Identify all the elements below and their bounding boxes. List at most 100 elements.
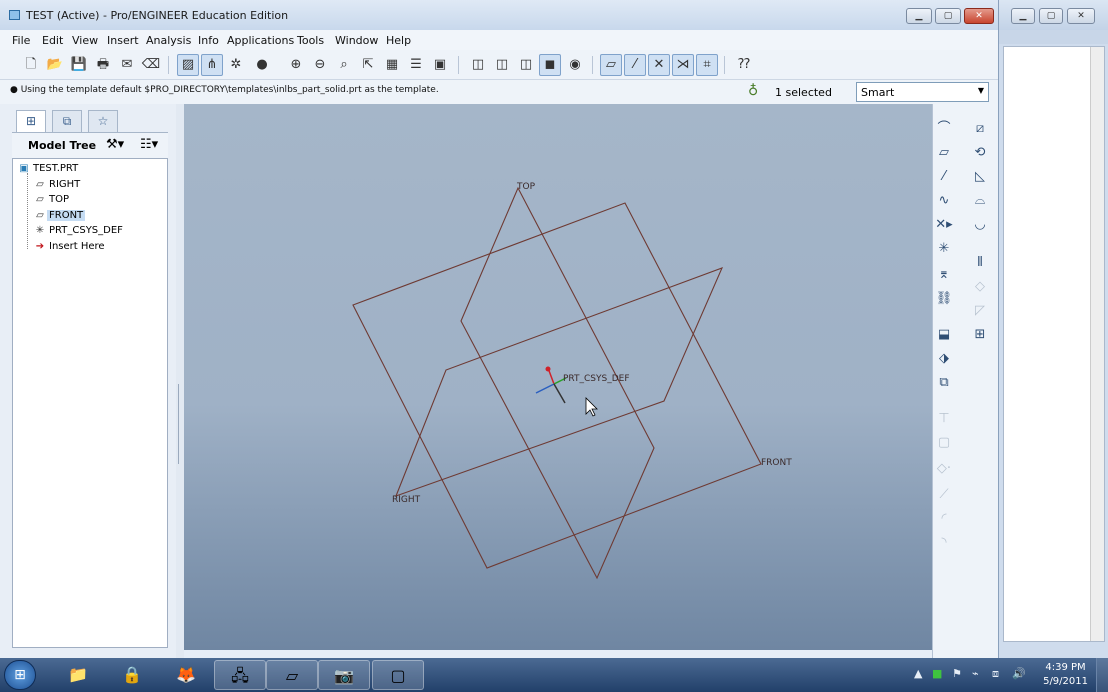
appearance-icon[interactable]: ● [251, 54, 273, 76]
repaint-icon[interactable]: ▨ [177, 54, 199, 76]
selection-filter-select[interactable]: Smart ▼ [856, 82, 989, 102]
maximize-button[interactable]: ▢ [935, 8, 961, 24]
hole-tool-icon[interactable]: ⧄ [969, 118, 991, 140]
menu-window[interactable]: Window [335, 34, 378, 47]
show-desktop-button[interactable] [1096, 658, 1108, 692]
tray-expand-icon[interactable]: ▲ [914, 667, 922, 680]
enhanced-realism-icon[interactable]: ◉ [564, 54, 586, 76]
tree-filters-icon[interactable]: ☷▾ [140, 137, 158, 152]
bg-maximize-button[interactable]: ▢ [1039, 8, 1063, 24]
close-button[interactable]: ✕ [964, 8, 994, 24]
tab-folder-browser[interactable]: ⧉ [52, 110, 82, 132]
tree-item-front[interactable]: ▱ FRONT [33, 210, 86, 225]
csys-tool-icon[interactable]: ✳ [933, 238, 955, 260]
selection-bulb-icon[interactable]: ♁ [748, 83, 758, 99]
view-manager-icon[interactable]: ▣ [429, 54, 451, 76]
flag-icon[interactable]: ⚑ [952, 667, 962, 680]
model-tree-title: Model Tree [28, 139, 97, 152]
saved-views-icon[interactable]: ▦ [381, 54, 403, 76]
print-icon[interactable]: 🖶 [92, 54, 114, 76]
menu-analysis[interactable]: Analysis [146, 34, 191, 47]
menu-file[interactable]: File [12, 34, 30, 47]
tab-model-tree[interactable]: ⊞ [16, 110, 46, 132]
rib-tool-icon[interactable]: ◺ [969, 166, 991, 188]
menu-tools[interactable]: Tools [297, 34, 324, 47]
tree-settings-icon[interactable]: ⚒▾ [106, 137, 124, 152]
start-button[interactable]: ⊞ [4, 660, 36, 690]
no-hidden-icon[interactable]: ◫ [515, 54, 537, 76]
analysis-tool-icon[interactable]: ⌆ [933, 264, 955, 286]
chevron-down-icon: ▼ [977, 86, 984, 95]
mirror-tool-icon[interactable]: ⫴ [969, 252, 991, 274]
network-icon[interactable]: 🖧 [214, 660, 266, 690]
refit-icon[interactable]: ⌕ [333, 54, 355, 76]
minimize-button[interactable]: ▁ [906, 8, 932, 24]
coordinate-systems-icon[interactable]: ⋊ [672, 54, 694, 76]
firefox-icon[interactable]: 🦊 [160, 660, 212, 690]
erase-icon[interactable]: ⌫ [140, 54, 162, 76]
annotations-icon[interactable]: ⌗ [696, 54, 718, 76]
background-window-titlebar: ▁ ▢ ✕ [999, 0, 1108, 30]
sweep-tool-icon[interactable]: ⌓ [969, 190, 991, 212]
camera-icon[interactable]: 📷 [318, 660, 370, 690]
datum-points-icon[interactable]: ✕ [648, 54, 670, 76]
bg-minimize-button[interactable]: ▁ [1011, 8, 1035, 24]
feature-toolbar: ⌒ ⧄ ▱ ⟲ ⁄ ◺ ∿ ⌓ ✕▸ ◡ ✳ ⫴ ⌆ ◇ ⛓ ◸ ⬓ ⊞ ⬗ ⧉… [932, 104, 998, 658]
menu-applications[interactable]: Applications [227, 34, 294, 47]
clock[interactable]: 4:39 PM 5/9/2011 [1043, 661, 1088, 689]
datum-axes-icon[interactable]: ⁄ [624, 54, 646, 76]
send-icon[interactable]: ✉ [116, 54, 138, 76]
volume-icon[interactable]: 🔊 [1012, 667, 1026, 680]
menu-info[interactable]: Info [198, 34, 219, 47]
menu-edit[interactable]: Edit [42, 34, 63, 47]
zoom-out-icon[interactable]: ⊖ [309, 54, 331, 76]
curve-tool-icon[interactable]: ∿ [933, 190, 955, 212]
menu-insert[interactable]: Insert [107, 34, 139, 47]
tree-item-csys[interactable]: ✳ PRT_CSYS_DEF [33, 225, 125, 240]
notepad-icon[interactable]: ▱ [266, 660, 318, 690]
point-tool-icon[interactable]: ✕▸ [933, 214, 955, 236]
datum-display-icon[interactable]: ⋔ [201, 54, 223, 76]
tray-app-icon[interactable]: ■ [932, 667, 942, 680]
tab-favorites[interactable]: ☆ [88, 110, 118, 132]
plane-tool-icon[interactable]: ▱ [933, 142, 955, 164]
menu-help[interactable]: Help [386, 34, 411, 47]
panel-splitter[interactable] [176, 104, 184, 658]
tree-item-top[interactable]: ▱ TOP [33, 194, 71, 209]
open-icon[interactable]: 📂 [44, 54, 66, 76]
pattern-tool-icon[interactable]: ⊞ [969, 324, 991, 346]
tree-item-part[interactable]: ▣ TEST.PRT [17, 163, 80, 178]
shell-tool-icon[interactable]: ◡ [969, 214, 991, 236]
sketch-tool-icon[interactable]: ⌒ [933, 118, 955, 140]
tree-item-insert-here[interactable]: ➔ Insert Here [33, 241, 107, 256]
zoom-in-icon[interactable]: ⊕ [285, 54, 307, 76]
power-icon[interactable]: ⌁ [972, 667, 979, 680]
context-help-icon[interactable]: ⁇ [733, 54, 755, 76]
layers-icon[interactable]: ☰ [405, 54, 427, 76]
bg-close-button[interactable]: ✕ [1067, 8, 1095, 24]
variable-sweep-icon[interactable]: ⧉ [933, 372, 955, 394]
hidden-line-icon[interactable]: ◫ [491, 54, 513, 76]
new-icon[interactable]: 🗋 [20, 54, 42, 76]
axis-tool-icon[interactable]: ⁄ [933, 166, 955, 188]
network-tray-icon[interactable]: ⧈ [992, 667, 999, 681]
wireframe-icon[interactable]: ◫ [467, 54, 489, 76]
tree-item-right[interactable]: ▱ RIGHT [33, 179, 82, 194]
windows-explorer-icon[interactable]: 📁 [52, 660, 104, 690]
spin-center-icon[interactable]: ✲ [225, 54, 247, 76]
proe-icon[interactable]: ▢ [372, 660, 424, 690]
chain-tool-icon[interactable]: ⛓ [933, 288, 955, 310]
background-window-scrollbar[interactable] [1090, 47, 1104, 641]
datum-planes-icon[interactable]: ▱ [600, 54, 622, 76]
menu-view[interactable]: View [72, 34, 98, 47]
graphics-window[interactable]: TOP FRONT RIGHT PRT_CSYS_DEF [184, 104, 932, 650]
lock-icon[interactable]: 🔒 [106, 660, 158, 690]
background-window: ▁ ▢ ✕ [998, 0, 1108, 658]
chamfer-tool-icon: ◝ [941, 535, 947, 550]
save-icon[interactable]: 💾 [68, 54, 90, 76]
reorient-icon[interactable]: ⇱ [357, 54, 379, 76]
extrude-tool-icon[interactable]: ⬓ [933, 324, 955, 346]
revolve-tool-icon[interactable]: ⟲ [969, 142, 991, 164]
shading-icon[interactable]: ◼ [539, 54, 561, 76]
blend-tool-icon[interactable]: ⬗ [933, 348, 955, 370]
